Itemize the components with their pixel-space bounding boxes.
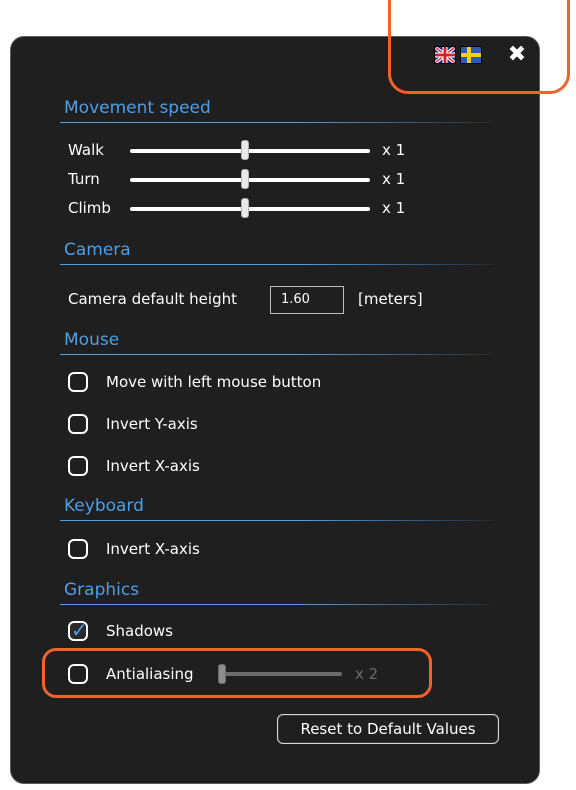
camera-height-input[interactable]: 1.60 [270, 286, 344, 314]
turn-slider-thumb[interactable] [241, 169, 250, 189]
climb-slider-track[interactable] [130, 207, 370, 211]
section-title-camera: Camera [64, 240, 131, 260]
section-title-graphics: Graphics [64, 580, 140, 600]
reset-defaults-button[interactable]: Reset to Default Values [277, 714, 499, 744]
walk-slider-thumb[interactable] [241, 140, 250, 160]
climb-label: Climb [68, 199, 111, 217]
climb-slider-thumb[interactable] [241, 198, 250, 218]
checkmark-icon: ✓ [71, 618, 88, 642]
invert-x-mouse-checkbox[interactable] [68, 456, 88, 476]
walk-multiplier: x 1 [382, 141, 406, 159]
camera-height-label: Camera default height [68, 290, 237, 308]
section-divider [60, 264, 492, 265]
invert-x-mouse-label: Invert X-axis [106, 457, 200, 475]
section-title-keyboard: Keyboard [64, 496, 144, 516]
invert-y-mouse-checkbox[interactable] [68, 414, 88, 434]
walk-label: Walk [68, 141, 104, 159]
walk-slider-track[interactable] [130, 149, 370, 153]
turn-label: Turn [68, 170, 100, 188]
invert-x-keyboard-label: Invert X-axis [106, 540, 200, 558]
move-left-mouse-checkbox[interactable] [68, 372, 88, 392]
shadows-checkbox[interactable]: ✓ [68, 618, 88, 642]
move-left-mouse-label: Move with left mouse button [106, 373, 322, 391]
highlight-header-icons [388, 0, 570, 94]
turn-multiplier: x 1 [382, 170, 406, 188]
climb-multiplier: x 1 [382, 199, 406, 217]
invert-x-keyboard-checkbox[interactable] [68, 539, 88, 559]
section-divider [60, 354, 492, 355]
invert-y-mouse-label: Invert Y-axis [106, 415, 198, 433]
section-title-mouse: Mouse [64, 330, 120, 350]
highlight-antialiasing [42, 648, 432, 698]
camera-height-unit: [meters] [358, 290, 423, 308]
turn-slider-track[interactable] [130, 178, 370, 182]
section-title-movement: Movement speed [64, 98, 211, 118]
shadows-label: Shadows [106, 622, 174, 640]
section-divider [60, 122, 492, 123]
section-divider [60, 604, 492, 605]
section-divider [60, 520, 492, 521]
